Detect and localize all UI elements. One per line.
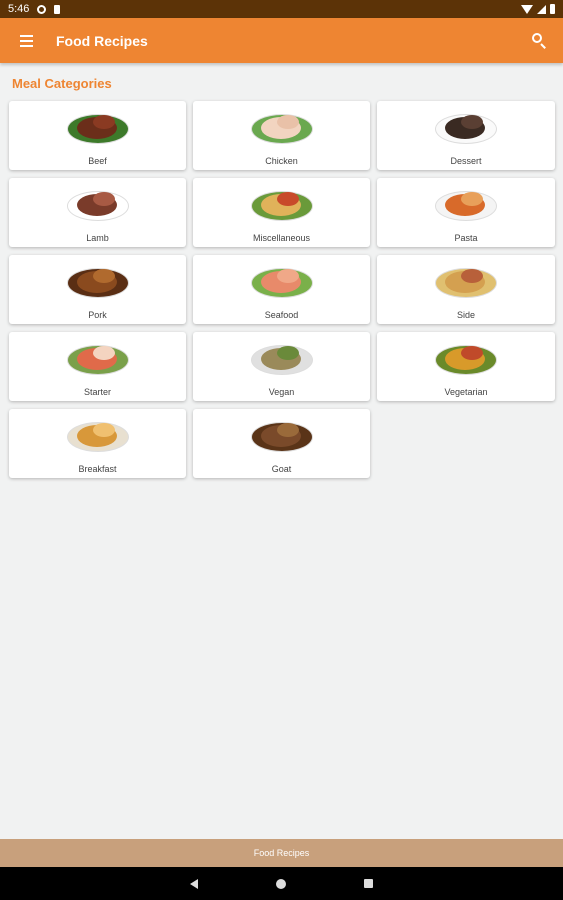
category-label: Beef [88,156,107,166]
category-label: Goat [271,464,292,474]
system-nav-bar [0,867,563,900]
wifi-icon [521,4,533,14]
chicken-image [247,105,317,150]
category-card-breakfast[interactable]: Breakfast [9,409,186,478]
starter-image [63,336,133,381]
category-card-vegan[interactable]: Vegan [193,332,370,401]
category-label: Pasta [454,233,478,243]
side-image [431,259,501,304]
category-label: Seafood [264,310,299,320]
dessert-image [431,105,501,150]
beef-image [63,105,133,150]
category-label: Dessert [450,156,482,166]
category-label: Vegan [268,387,295,397]
search-icon[interactable] [527,29,551,53]
category-card-goat[interactable]: Goat [193,409,370,478]
home-icon[interactable] [276,878,286,889]
battery-icon [550,4,555,14]
category-card-pasta[interactable]: Pasta [377,178,555,247]
category-label: Vegetarian [444,387,488,397]
status-time: 5:46 [8,3,30,15]
miscellaneous-image [247,182,317,227]
category-card-vegetarian[interactable]: Vegetarian [377,332,555,401]
vegetarian-image [431,336,501,381]
breakfast-image [63,413,133,458]
pasta-image [431,182,501,227]
back-icon[interactable] [190,878,198,889]
bottom-banner: Food Recipes [0,839,563,867]
category-card-lamb[interactable]: Lamb [9,178,186,247]
bottom-banner-label: Food Recipes [253,848,310,858]
category-label: Lamb [86,233,109,243]
category-label: Side [456,310,475,320]
category-card-chicken[interactable]: Chicken [193,101,370,170]
status-bar: 5:46 [0,0,563,18]
category-label: Miscellaneous [252,233,311,243]
recents-icon[interactable] [364,879,373,888]
section-title: Meal Categories [12,76,112,91]
category-label: Breakfast [78,464,117,474]
vegan-image [247,336,317,381]
category-card-miscellaneous[interactable]: Miscellaneous [193,178,370,247]
seafood-image [247,259,317,304]
category-grid: Beef Chicken Dessert Lamb Miscellaneous Pasta… [9,101,555,478]
app-bar: Food Recipes [0,18,563,63]
lamb-image [63,182,133,227]
category-label: Chicken [265,156,298,166]
sim-card-icon [54,4,61,14]
app-title: Food Recipes [56,32,148,49]
category-label: Pork [88,310,107,320]
settings-icon [37,4,47,14]
goat-image [247,413,317,458]
category-label: Starter [83,387,111,397]
category-card-starter[interactable]: Starter [9,332,186,401]
category-card-beef[interactable]: Beef [9,101,186,170]
category-card-dessert[interactable]: Dessert [377,101,555,170]
category-card-pork[interactable]: Pork [9,255,186,324]
category-card-side[interactable]: Side [377,255,555,324]
pork-image [63,259,133,304]
cell-signal-icon [537,4,546,14]
menu-icon[interactable] [4,18,48,63]
category-card-seafood[interactable]: Seafood [193,255,370,324]
